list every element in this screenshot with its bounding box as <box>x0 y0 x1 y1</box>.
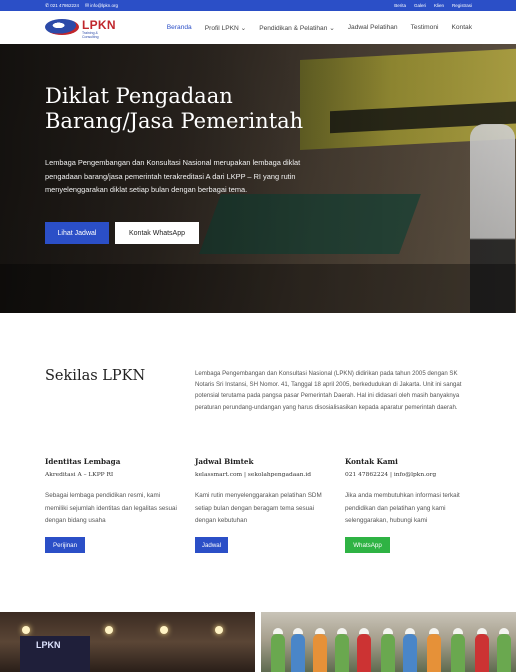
worker-figure <box>403 628 417 672</box>
nav-item-profil-label: Profil LPKN <box>204 25 239 32</box>
site-header: LPKN Training & Consulting Beranda Profi… <box>0 11 516 44</box>
nav-item-profil[interactable]: Profil LPKN ⌄ <box>205 24 246 32</box>
info-column-kontak: Kontak Kami 021 47862224 | info@lpkn.org… <box>345 457 485 553</box>
nav-item-jadwal[interactable]: Jadwal Pelatihan <box>348 24 398 32</box>
projector-screen: LPKN <box>20 636 90 672</box>
hero-description: Lembaga Pengembangan dan Konsultasi Nasi… <box>45 158 301 194</box>
nav-item-kontak[interactable]: Kontak <box>451 24 472 32</box>
worker-figure <box>313 628 327 672</box>
column-description: Jika anda membutuhkan informasi terkait … <box>345 492 460 524</box>
phone-icon: ✆ <box>45 3 50 9</box>
jadwal-button[interactable]: Jadwal <box>195 537 228 553</box>
email-contact[interactable]: ✉info@lpkn.org <box>85 3 118 9</box>
worker-figure <box>451 628 465 672</box>
photo-gallery: LPKN <box>0 612 516 672</box>
perijinan-button[interactable]: Perijinan <box>45 537 85 553</box>
column-subtitle: 021 47862224 | info@lpkn.org <box>345 472 437 478</box>
sekilas-title: Sekilas LPKN <box>45 368 146 384</box>
gallery-photo-training[interactable]: LPKN <box>0 612 255 672</box>
column-title: Kontak Kami <box>345 457 398 466</box>
lamp-graphic <box>160 626 168 634</box>
worker-figure <box>335 628 349 672</box>
lamp-graphic <box>105 626 113 634</box>
nav-item-pendidikan[interactable]: Pendidikan & Pelatihan ⌄ <box>259 24 335 32</box>
chevron-down-icon: ⌄ <box>240 25 247 32</box>
topbar-link-klien[interactable]: Klien <box>434 3 444 8</box>
screen-text: LPKN <box>36 640 61 650</box>
info-column-identitas: Identitas Lembaga Akreditasi A – LKPP RI… <box>45 457 185 553</box>
hero-section: Diklat Pengadaan Barang/Jasa Pemerintah … <box>0 44 516 313</box>
hero-title: Diklat Pengadaan Barang/Jasa Pemerintah <box>45 84 304 133</box>
site-logo[interactable]: LPKN Training & Consulting <box>45 16 116 39</box>
phone-text: 021 47862224 <box>50 3 79 8</box>
lihat-jadwal-button[interactable]: Lihat Jadwal <box>45 222 109 244</box>
sekilas-text: Lembaga Pengembangan dan Konsultasi Nasi… <box>195 370 462 411</box>
topbar-link-berita[interactable]: Berita <box>394 3 406 8</box>
chevron-down-icon: ⌄ <box>329 25 335 32</box>
phone-contact[interactable]: ✆021 47862224 <box>45 3 79 9</box>
worker-figure <box>291 628 305 672</box>
main-nav: Beranda Profil LPKN ⌄ Pendidikan & Pelat… <box>167 24 472 32</box>
column-description: Sebagai lembaga pendidikan resmi, kami m… <box>45 492 177 524</box>
top-bar: ✆021 47862224 ✉info@lpkn.org Berita Gale… <box>0 0 516 11</box>
column-title: Identitas Lembaga <box>45 457 121 466</box>
nav-item-pendidikan-label: Pendidikan & Pelatihan <box>259 25 328 32</box>
mail-icon: ✉ <box>84 3 90 9</box>
worker-figure <box>381 628 395 672</box>
gallery-photo-workers[interactable] <box>261 612 516 672</box>
logo-tagline: Training & Consulting <box>82 31 99 39</box>
column-subtitle: kelassmart.com | sekolahpengadaan.id <box>195 472 312 478</box>
worker-figure <box>427 628 441 672</box>
worker-figure <box>357 628 371 672</box>
column-subtitle: Akreditasi A – LKPP RI <box>45 472 114 478</box>
logo-name: LPKN <box>82 18 116 32</box>
lamp-graphic <box>22 626 30 634</box>
nav-item-testimoni[interactable]: Testimoni <box>411 24 439 32</box>
worker-figure <box>271 628 285 672</box>
globe-logo-icon <box>45 19 79 35</box>
topbar-link-registrasi[interactable]: Registrasi <box>452 3 472 8</box>
info-column-jadwal: Jadwal Bimtek kelassmart.com | sekolahpe… <box>195 457 335 553</box>
worker-figure <box>475 628 489 672</box>
email-text: info@lpkn.org <box>90 3 119 8</box>
worker-figure <box>497 628 511 672</box>
nav-item-beranda[interactable]: Beranda <box>167 24 192 32</box>
column-description: Kami rutin menyelenggarakan pelatihan SD… <box>195 492 322 524</box>
whatsapp-button[interactable]: WhatsApp <box>345 537 390 553</box>
lamp-graphic <box>215 626 223 634</box>
topbar-link-galeri[interactable]: Galeri <box>414 3 426 8</box>
column-title: Jadwal Bimtek <box>195 457 254 466</box>
kontak-whatsapp-button[interactable]: Kontak WhatsApp <box>115 222 199 244</box>
